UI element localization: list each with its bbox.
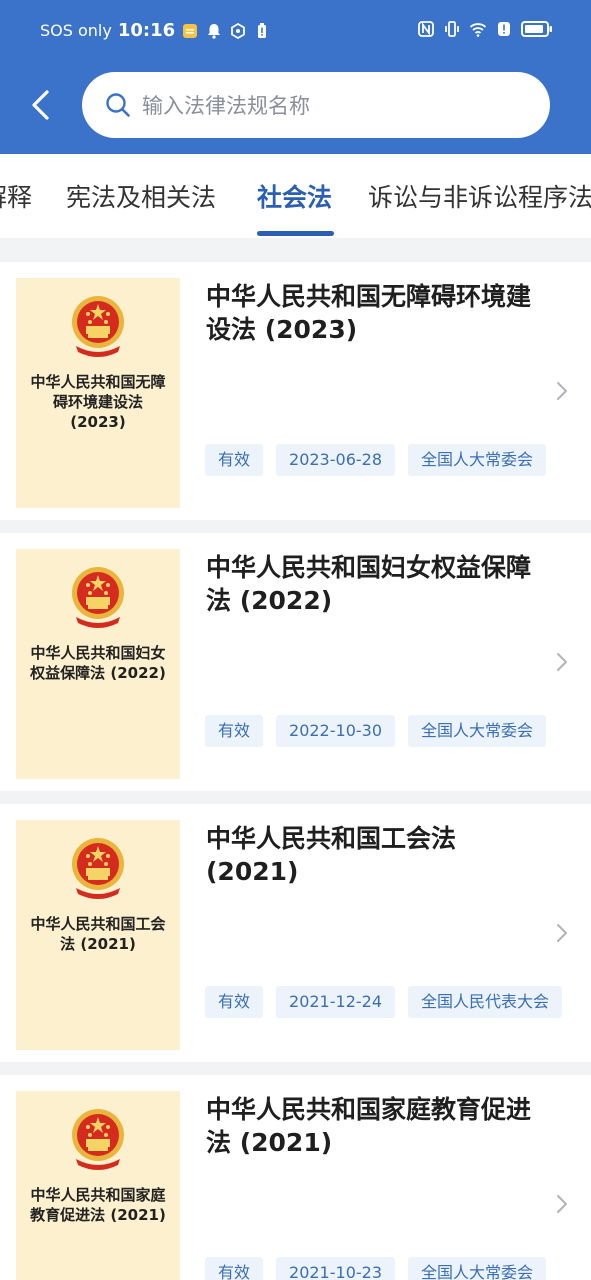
- vpn-icon: [231, 22, 246, 39]
- search-placeholder: 输入法律法规名称: [142, 94, 310, 118]
- chevron-right-icon: [557, 382, 567, 400]
- law-card[interactable]: 中华人民共和国家庭教育促进法 (2021) 中华人民共和国家庭教育促进法 (202…: [0, 1075, 591, 1280]
- search-icon: [106, 93, 130, 117]
- clock: 10:16: [117, 20, 176, 41]
- law-title: 中华人民共和国家庭教育促进法 (2021): [206, 1095, 532, 1157]
- issuer-badge: 全国人民代表大会: [408, 986, 563, 1018]
- battery-icon: [521, 21, 552, 37]
- date-badge: 2023-06-28: [276, 444, 395, 476]
- tab-constitution[interactable]: 宪法及相关法: [66, 178, 216, 214]
- law-card[interactable]: 中华人民共和国工会法 (2021) 中华人民共和国工会法 (2021) 有效 2021…: [0, 804, 591, 1062]
- bell-icon: [208, 23, 221, 39]
- date-badge: 2021-12-24: [276, 986, 395, 1018]
- cover-title: 中华人民共和国妇女权益保障法 (2022): [30, 644, 166, 682]
- issuer-badge: 全国人大常委会: [408, 1257, 547, 1280]
- law-card[interactable]: 中华人民共和国无障碍环境建设法 (2023) 中华人民共和国无障碍环境建设法 (2…: [0, 262, 591, 520]
- law-cover: 中华人民共和国工会法 (2021): [16, 820, 180, 1050]
- search-input[interactable]: 输入法律法规名称: [82, 72, 550, 138]
- law-tags: 有效 2022-10-30 全国人大常委会: [205, 715, 547, 747]
- app-header: SOS only 10:16 输入法律法规名称: [0, 0, 591, 154]
- law-title: 中华人民共和国工会法 (2021): [206, 824, 457, 886]
- status-badge: 有效: [205, 444, 264, 476]
- battery-alert-icon: [258, 22, 267, 38]
- cover-title: 中华人民共和国工会法 (2021): [30, 915, 166, 953]
- law-tags: 有效 2021-12-24 全国人民代表大会: [205, 986, 563, 1018]
- network-status: SOS only: [40, 21, 112, 40]
- status-bar: SOS only 10:16: [0, 0, 591, 66]
- tab-procedure-law[interactable]: 诉讼与非诉讼程序法: [368, 178, 591, 214]
- active-tab-indicator: [257, 231, 334, 236]
- tab-social-law[interactable]: 社会法: [257, 178, 332, 214]
- alert-icon: [498, 22, 510, 36]
- cover-title: 中华人民共和国家庭教育促进法 (2021): [30, 1186, 166, 1224]
- law-tags: 有效 2023-06-28 全国人大常委会: [205, 444, 547, 476]
- date-badge: 2021-10-23: [276, 1257, 395, 1280]
- law-cover: 中华人民共和国家庭教育促进法 (2021): [16, 1091, 180, 1280]
- national-emblem-icon: [72, 1109, 124, 1170]
- law-cover: 中华人民共和国妇女权益保障法 (2022): [16, 549, 180, 779]
- national-emblem-icon: [72, 296, 124, 357]
- status-badge: 有效: [205, 986, 264, 1018]
- back-icon[interactable]: [26, 88, 58, 122]
- category-tabs: 解释 宪法及相关法 社会法 诉讼与非诉讼程序法: [0, 154, 591, 238]
- law-title: 中华人民共和国妇女权益保障法 (2022): [206, 553, 532, 615]
- national-emblem-icon: [72, 838, 124, 899]
- nfc-icon: [418, 21, 434, 37]
- law-tags: 有效 2021-10-23 全国人大常委会: [205, 1257, 547, 1280]
- date-badge: 2022-10-30: [276, 715, 395, 747]
- status-badge: 有效: [205, 715, 264, 747]
- law-title: 中华人民共和国无障碍环境建设法 (2023): [206, 282, 532, 344]
- chevron-right-icon: [557, 653, 567, 671]
- chevron-right-icon: [557, 1195, 567, 1213]
- issuer-badge: 全国人大常委会: [408, 444, 547, 476]
- national-emblem-icon: [72, 567, 124, 628]
- wifi-icon: [469, 23, 487, 37]
- chevron-right-icon: [557, 924, 567, 942]
- cover-title: 中华人民共和国无障碍环境建设法 (2023): [30, 373, 166, 431]
- law-card[interactable]: 中华人民共和国妇女权益保障法 (2022) 中华人民共和国妇女权益保障法 (202…: [0, 533, 591, 791]
- issuer-badge: 全国人大常委会: [408, 715, 547, 747]
- notes-app-icon: [183, 23, 198, 38]
- law-cover: 中华人民共和国无障碍环境建设法 (2023): [16, 278, 180, 508]
- vibrate-icon: [445, 21, 459, 37]
- tab-interpretation[interactable]: 解释: [0, 178, 32, 214]
- status-badge: 有效: [205, 1257, 264, 1280]
